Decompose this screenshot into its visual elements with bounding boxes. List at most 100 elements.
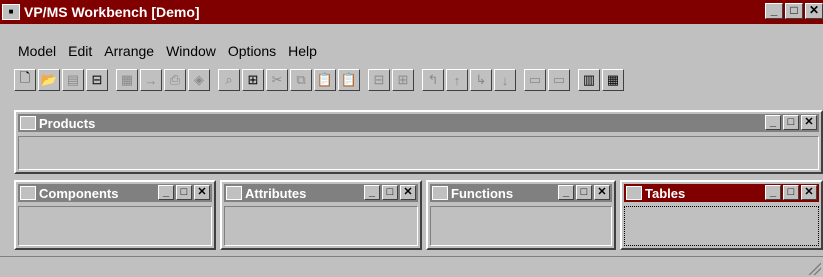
resize-grip-icon[interactable] — [807, 261, 821, 275]
print-button[interactable]: ⎙ — [164, 69, 186, 91]
products-close-button[interactable]: ✕ — [801, 115, 817, 130]
tables-pane[interactable]: Tables _ □ ✕ — [620, 180, 823, 250]
ruler-icon: ⊞ — [247, 72, 259, 87]
minus-box-button[interactable]: ⊟ — [368, 69, 390, 91]
window-title: VP/MS Workbench [Demo] — [24, 4, 200, 20]
components-title: Components — [39, 185, 119, 201]
paste-special-icon: 📋 — [340, 72, 358, 87]
menu-edit[interactable]: Edit — [62, 43, 98, 59]
window-icon: ⊟ — [91, 72, 103, 87]
maximize-button[interactable]: □ — [785, 3, 803, 19]
status-bar — [0, 256, 823, 277]
tables-close-button[interactable]: ✕ — [801, 185, 817, 200]
link-icon: ▭ — [528, 72, 542, 87]
arrow-down-right-icon: ↳ — [475, 72, 487, 87]
erase-button[interactable]: ◈ — [188, 69, 210, 91]
table-icon: ▥ — [582, 72, 596, 87]
close-button[interactable]: ✕ — [805, 3, 823, 19]
products-pane[interactable]: Products _ □ ✕ — [14, 110, 823, 174]
functions-content[interactable] — [430, 206, 612, 246]
tables-title-bar[interactable]: Tables _ □ ✕ — [624, 184, 819, 202]
tables-window-icon — [626, 186, 642, 200]
components-window-controls: _ □ ✕ — [158, 185, 210, 200]
components-title-bar[interactable]: Components _ □ ✕ — [18, 184, 212, 202]
attributes-title-bar[interactable]: Attributes _ □ ✕ — [224, 184, 418, 202]
functions-minimize-button[interactable]: _ — [558, 185, 574, 200]
components-close-button[interactable]: ✕ — [194, 185, 210, 200]
window-controls: _ □ ✕ — [765, 3, 823, 19]
components-content[interactable] — [18, 206, 212, 246]
menu-arrange[interactable]: Arrange — [98, 43, 160, 59]
open-folder-button[interactable]: 📂 — [38, 69, 60, 91]
attributes-window-controls: _ □ ✕ — [364, 185, 416, 200]
products-window-icon — [20, 116, 36, 130]
menu-window[interactable]: Window — [160, 43, 222, 59]
arrow-up-left-icon: ↰ — [427, 72, 439, 87]
menu-help[interactable]: Help — [282, 43, 323, 59]
attributes-title: Attributes — [245, 185, 307, 201]
app-icon[interactable]: ■ — [2, 4, 20, 20]
grid-button[interactable]: ▦ — [116, 69, 138, 91]
products-content[interactable] — [18, 136, 819, 170]
print-icon: ⎙ — [169, 72, 181, 87]
components-pane[interactable]: Components _ □ ✕ — [14, 180, 216, 250]
plus-box-icon: ⊞ — [397, 72, 409, 87]
ruler-button[interactable]: ⊞ — [242, 69, 264, 91]
functions-title-bar[interactable]: Functions _ □ ✕ — [430, 184, 612, 202]
zoom-button[interactable]: ⌕ — [218, 69, 240, 91]
window-button[interactable]: ⊟ — [86, 69, 108, 91]
arrow-down-button[interactable]: ↓ — [494, 69, 516, 91]
toolbar: 🗋 📂 ▤ ⊟ ▦ → ⎙ ◈ ⌕ ⊞ ✂ ⧉ 📋 📋 ⊟ ⊞ ↰ ↑ ↳ ↓ ▭ ▭ ▥ ▦ — [14, 66, 626, 94]
arrow-dots-icon: → — [144, 72, 158, 88]
attributes-window-icon — [226, 186, 242, 200]
copy-button[interactable]: ⧉ — [290, 69, 312, 91]
tables-content[interactable] — [624, 206, 819, 246]
unlink-button[interactable]: ▭ — [548, 69, 570, 91]
menu-model[interactable]: Model — [0, 43, 62, 59]
save-button[interactable]: ▤ — [62, 69, 84, 91]
functions-window-icon — [432, 186, 448, 200]
attributes-maximize-button[interactable]: □ — [382, 185, 398, 200]
components-window-icon — [20, 186, 36, 200]
save-icon: ▤ — [66, 72, 80, 87]
products-title-bar[interactable]: Products _ □ ✕ — [18, 114, 819, 132]
table-grid-button[interactable]: ▦ — [602, 69, 624, 91]
zoom-icon: ⌕ — [225, 72, 233, 87]
link-button[interactable]: ▭ — [524, 69, 546, 91]
tables-minimize-button[interactable]: _ — [765, 185, 781, 200]
functions-title: Functions — [451, 185, 514, 201]
products-maximize-button[interactable]: □ — [783, 115, 799, 130]
paste-button[interactable]: 📋 — [314, 69, 336, 91]
functions-pane[interactable]: Functions _ □ ✕ — [426, 180, 616, 250]
grid-icon: ▦ — [120, 72, 134, 87]
paste-icon: 📋 — [316, 72, 334, 87]
cut-icon: ✂ — [271, 72, 283, 87]
table-grid-icon: ▦ — [606, 72, 620, 87]
arrow-dots-button[interactable]: → — [140, 69, 162, 91]
plus-box-button[interactable]: ⊞ — [392, 69, 414, 91]
attributes-minimize-button[interactable]: _ — [364, 185, 380, 200]
functions-maximize-button[interactable]: □ — [576, 185, 592, 200]
arrow-down-right-button[interactable]: ↳ — [470, 69, 492, 91]
new-document-button[interactable]: 🗋 — [14, 69, 36, 91]
components-minimize-button[interactable]: _ — [158, 185, 174, 200]
arrow-up-button[interactable]: ↑ — [446, 69, 468, 91]
tables-title: Tables — [645, 185, 686, 201]
paste-special-button[interactable]: 📋 — [338, 69, 360, 91]
products-window-controls: _ □ ✕ — [765, 115, 817, 130]
minimize-button[interactable]: _ — [765, 3, 783, 19]
attributes-close-button[interactable]: ✕ — [400, 185, 416, 200]
attributes-content[interactable] — [224, 206, 418, 246]
menu-options[interactable]: Options — [222, 43, 282, 59]
title-bar[interactable]: ■ VP/MS Workbench [Demo] _ □ ✕ — [0, 0, 823, 24]
tables-maximize-button[interactable]: □ — [783, 185, 799, 200]
arrow-up-left-button[interactable]: ↰ — [422, 69, 444, 91]
products-minimize-button[interactable]: _ — [765, 115, 781, 130]
table-button[interactable]: ▥ — [578, 69, 600, 91]
attributes-pane[interactable]: Attributes _ □ ✕ — [220, 180, 422, 250]
cut-button[interactable]: ✂ — [266, 69, 288, 91]
tables-window-controls: _ □ ✕ — [765, 185, 817, 200]
functions-close-button[interactable]: ✕ — [594, 185, 610, 200]
arrow-down-icon: ↓ — [501, 72, 509, 88]
components-maximize-button[interactable]: □ — [176, 185, 192, 200]
